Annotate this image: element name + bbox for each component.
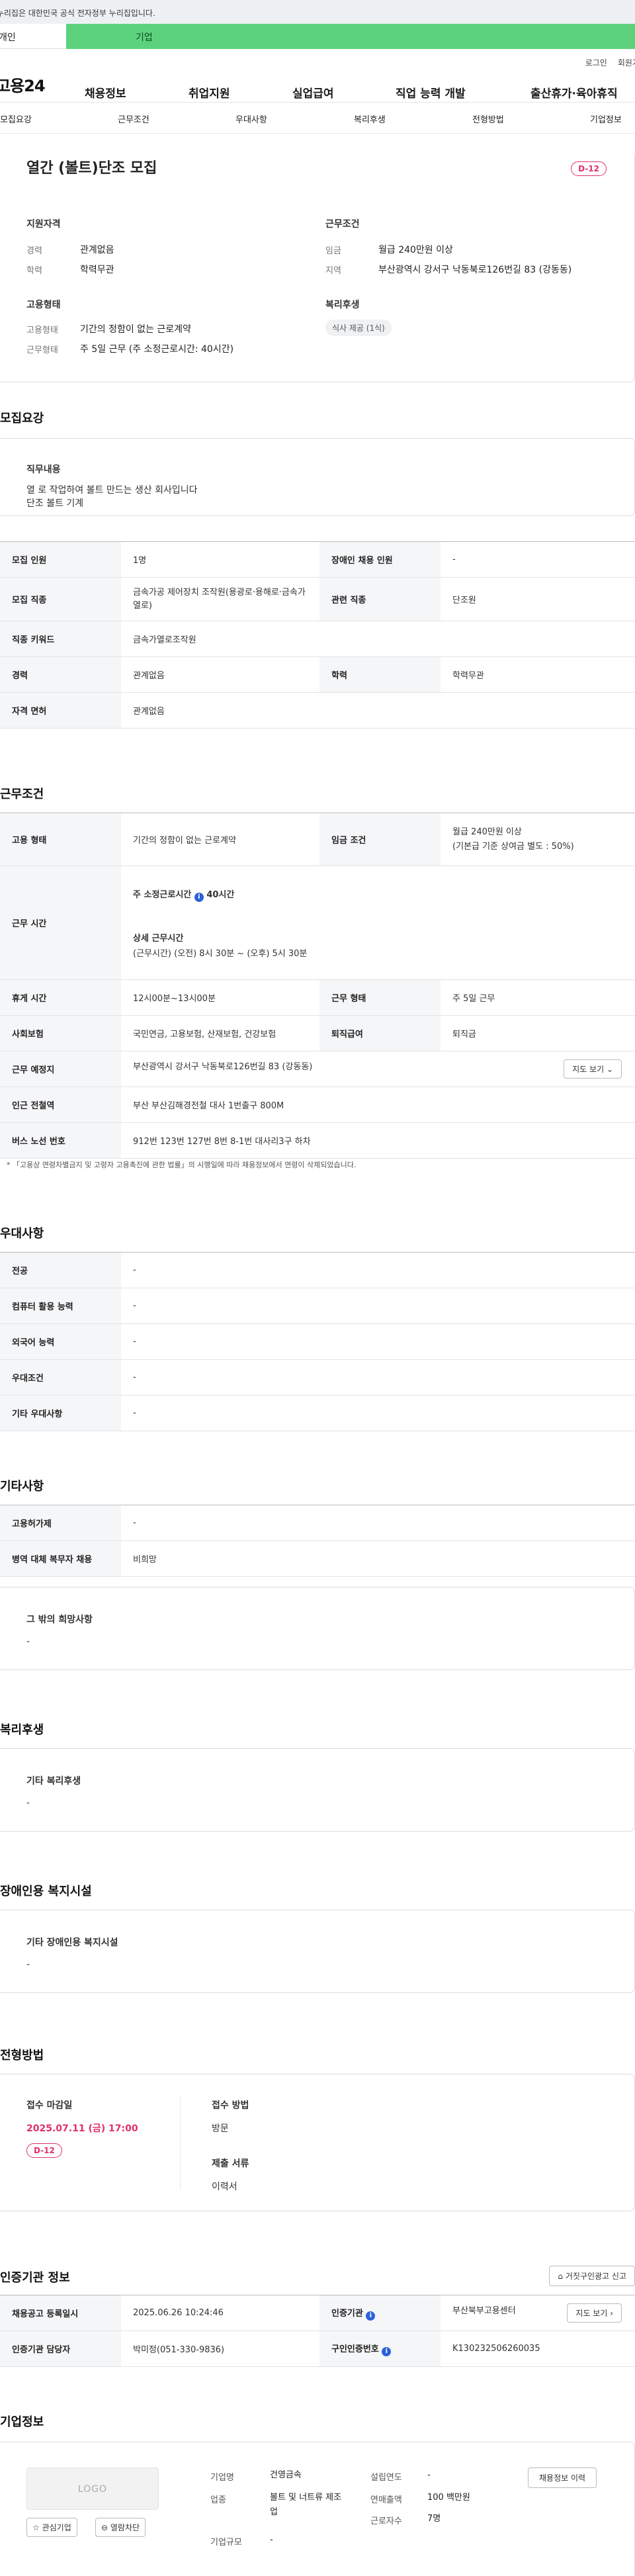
table-row: 기타 우대사항 - bbox=[0, 1395, 635, 1431]
table-row: 컴퓨터 활용 능력 - bbox=[0, 1288, 635, 1324]
table-row: 자격 면허 관계없음 bbox=[0, 692, 635, 729]
gnb-item-jobs[interactable]: 채용정보 bbox=[85, 84, 126, 101]
gnb-item-benefit[interactable]: 실업급여 bbox=[292, 84, 334, 101]
alarm-icon: ⌂ bbox=[558, 2272, 564, 2281]
report-fake-ad-button[interactable]: ⌂ 거짓구인광고 신고 bbox=[549, 2266, 635, 2286]
tab-selection[interactable]: 전형방법 bbox=[472, 112, 504, 125]
company-section-title: 기업정보 bbox=[0, 2415, 44, 2429]
table-row: 모집 직종 금속가공 제어장치 조작원(용광로·용해로·금속가열로) 관련 직종… bbox=[0, 577, 635, 621]
table-row: 휴게 시간 12시00분~13시00분 근무 형태 주 5일 근무 bbox=[0, 979, 635, 1016]
info-icon[interactable]: i bbox=[366, 2311, 376, 2321]
gnb-item-leave[interactable]: 출산휴가·육아휴직 bbox=[530, 84, 618, 101]
info-icon[interactable]: i bbox=[194, 892, 204, 902]
gnb-item-training[interactable]: 직업 능력 개발 bbox=[396, 84, 466, 101]
qual-heading: 지원자격 bbox=[26, 219, 61, 230]
signup-link[interactable]: 회원가입 bbox=[618, 57, 635, 67]
page: 이 누리집은 대한민국 공식 전자정부 누리집입니다. 개인 기업 로그인 회원… bbox=[0, 0, 635, 2576]
cond-heading: 근무조건 bbox=[325, 219, 360, 230]
gov-notice-text: 이 누리집은 대한민국 공식 전자정부 누리집입니다. bbox=[0, 9, 155, 18]
login-link[interactable]: 로그인 bbox=[585, 57, 607, 67]
pref-section-title: 우대사항 bbox=[0, 1227, 44, 1241]
work-table: 고용 형태 기간의 정함이 없는 근로계약 임금 조건 월급 240만원 이상 … bbox=[0, 813, 635, 1159]
summary-card: 열간 (볼트)단조 모집 D-12 지원자격 경력 관계없음 학력 학력무관 근… bbox=[0, 151, 635, 382]
table-row: 인근 전철역 부산 부산김해경전철 대사 1번출구 800M bbox=[0, 1087, 635, 1123]
company-logo-placeholder: LOGO bbox=[26, 2467, 159, 2510]
welfare-section-title: 복리후생 bbox=[0, 1723, 44, 1737]
job-title: 열간 (볼트)단조 모집 bbox=[26, 160, 157, 177]
tab-conditions[interactable]: 근무조건 bbox=[118, 112, 149, 125]
agency-section-title: 인증기관 정보 bbox=[0, 2271, 70, 2285]
gov-notice-bar: 이 누리집은 대한민국 공식 전자정부 누리집입니다. bbox=[0, 0, 635, 24]
work-section-title: 근무조건 bbox=[0, 787, 44, 801]
table-row: 우대조건 - bbox=[0, 1359, 635, 1396]
table-row: 고용 형태 기간의 정함이 없는 근로계약 임금 조건 월급 240만원 이상 … bbox=[0, 813, 635, 866]
table-row: 경력 관계없음 학력 학력무관 bbox=[0, 656, 635, 693]
duty-box: 직무내용 열 로 작업하여 볼트 만드는 생산 회사입니다 단조 볼트 기계 bbox=[0, 438, 635, 516]
table-row: 병역 대체 복무자 채용 비희망 bbox=[0, 1540, 635, 1577]
divider bbox=[180, 2096, 181, 2190]
deadline-value: 2025.07.11 (금) 17:00 bbox=[26, 2123, 138, 2134]
dday-badge: D-12 bbox=[571, 161, 607, 176]
welfare-box: 기타 복리후생 - bbox=[0, 1748, 635, 1832]
table-row: 사회보험 국민연금, 고용보험, 산재보험, 건강보험 퇴직급여 퇴직금 bbox=[0, 1015, 635, 1051]
table-row: 전공 - bbox=[0, 1252, 635, 1288]
welfare-chip: 식사 제공 (1식) bbox=[325, 320, 392, 336]
company-box: LOGO ☆ 관심기업 ⊖ 열람차단 기업명 건영금속 업종 볼트 및 너트류 … bbox=[0, 2442, 635, 2576]
info-icon[interactable]: i bbox=[382, 2346, 392, 2356]
recruit-table: 모집 인원 1명 장애인 채용 인원 - 모집 직종 금속가공 제어장치 조작원… bbox=[0, 541, 635, 729]
global-nav: 고용24 채용정보 취업지원 실업급여 직업 능력 개발 출산휴가·육아휴직 bbox=[0, 66, 635, 102]
etc-table: 고용허가제 - 병역 대체 복무자 채용 비희망 bbox=[0, 1505, 635, 1577]
etc-hope-box: 그 밖의 희망사항 - bbox=[0, 1587, 635, 1670]
map-view-button[interactable]: 지도 보기 ⌄ bbox=[564, 1059, 622, 1079]
disabled-box: 기타 장애인용 복지시설 - bbox=[0, 1910, 635, 1993]
selection-section-title: 전형방법 bbox=[0, 2049, 44, 2063]
emp-heading: 고용형태 bbox=[26, 300, 61, 310]
user-type-tabs: 개인 기업 bbox=[0, 24, 635, 49]
table-row: 근무 시간 주 소정근로시간 i 40시간 상세 근무시간 (근무시간) (오전… bbox=[0, 866, 635, 980]
table-row: 모집 인원 1명 장애인 채용 인원 - bbox=[0, 541, 635, 578]
table-row: 외국어 능력 - bbox=[0, 1323, 635, 1360]
selection-box: 접수 마감일 2025.07.11 (금) 17:00 D-12 접수 방법 방… bbox=[0, 2074, 635, 2211]
tab-company-info[interactable]: 기업정보 bbox=[590, 112, 622, 125]
util-links: 로그인 회원가입 bbox=[0, 49, 635, 67]
table-row: 인증기관 담당자 박미정(051-330-9836) 구인인증번호 i K130… bbox=[0, 2331, 635, 2367]
disabled-section-title: 장애인용 복지시설 bbox=[0, 1885, 92, 1898]
table-row: 고용허가제 - bbox=[0, 1505, 635, 1541]
tab-recruit[interactable]: 모집요강 bbox=[0, 112, 32, 125]
hiring-history-button[interactable]: 채용정보 이력 bbox=[528, 2467, 597, 2488]
agency-table: 채용공고 등록일시 2025.06.26 10:24:46 인증기관 i 부산북… bbox=[0, 2295, 635, 2367]
section-tabs: 모집요강 근무조건 우대사항 복리후생 전형방법 기업정보 bbox=[0, 102, 635, 134]
recruit-section-title: 모집요강 bbox=[0, 412, 44, 425]
table-row: 직종 키워드 금속가열로조작원 bbox=[0, 621, 635, 657]
etc-section-title: 기타사항 bbox=[0, 1480, 44, 1493]
tab-welfare[interactable]: 복리후생 bbox=[354, 112, 386, 125]
gnb-item-support[interactable]: 취업지원 bbox=[189, 84, 230, 101]
table-row: 버스 노선 번호 912번 123번 127번 8번 8-1번 대사리3구 하차 bbox=[0, 1122, 635, 1159]
tab-personal[interactable]: 개인 bbox=[0, 24, 66, 49]
block-company-button[interactable]: ⊖ 열람차단 bbox=[95, 2518, 146, 2537]
welfare-heading: 복리후생 bbox=[325, 300, 360, 310]
tab-preference[interactable]: 우대사항 bbox=[235, 112, 267, 125]
dday-badge: D-12 bbox=[26, 2143, 62, 2158]
table-row: 근무 예정지 부산광역시 강서구 낙동북로126번길 83 (강동동) 지도 보… bbox=[0, 1051, 635, 1087]
favorite-company-button[interactable]: ☆ 관심기업 bbox=[26, 2518, 77, 2537]
age-footnote: * 「고용상 연령차별금지 및 고령자 고용촉진에 관한 법률」의 시행일에 따… bbox=[7, 1161, 357, 1169]
pref-table: 전공 - 컴퓨터 활용 능력 - 외국어 능력 - 우대조건 - 기타 우대사항 - bbox=[0, 1252, 635, 1431]
table-row: 채용공고 등록일시 2025.06.26 10:24:46 인증기관 i 부산북… bbox=[0, 2295, 635, 2331]
tab-company[interactable]: 기업 bbox=[66, 24, 635, 49]
site-logo[interactable]: 고용24 bbox=[0, 73, 79, 96]
agency-map-button[interactable]: 지도 보기 › bbox=[567, 2303, 622, 2323]
